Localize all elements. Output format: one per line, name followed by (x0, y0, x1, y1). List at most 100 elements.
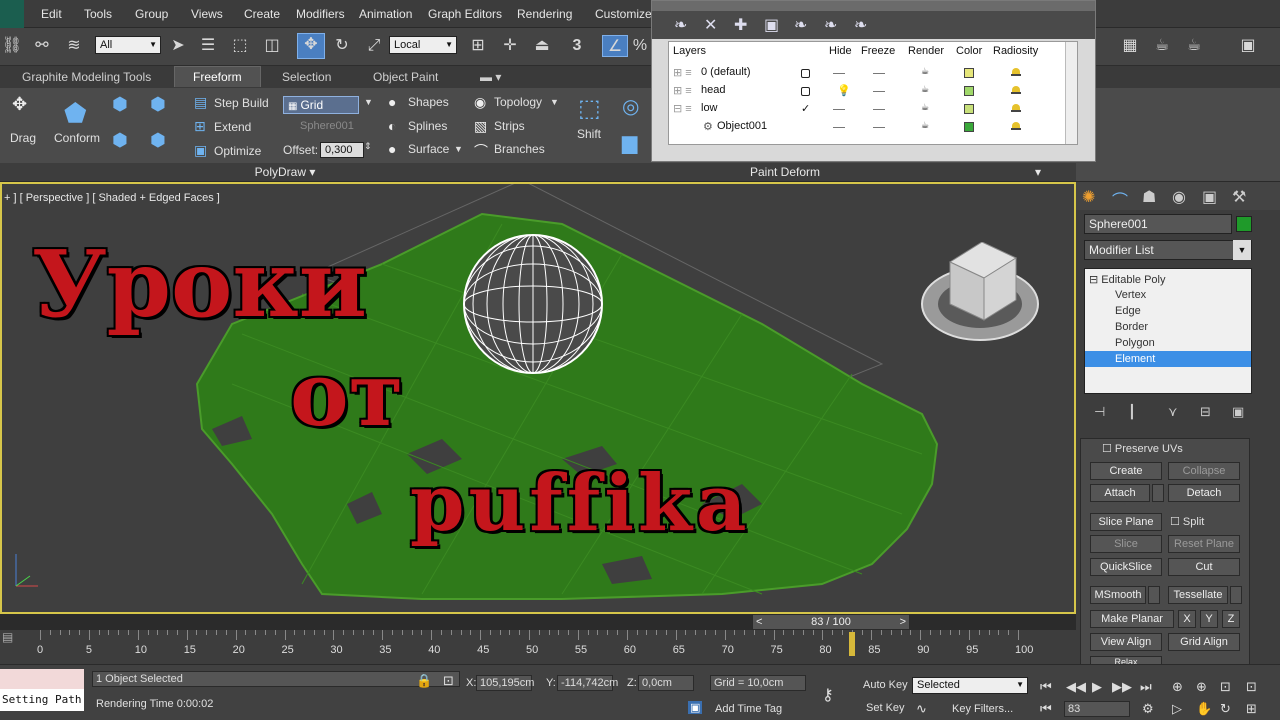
collapse-icon[interactable]: ⊟ ≡ (673, 102, 692, 115)
percent-snap-icon[interactable]: ∠ (602, 35, 628, 57)
unlink-icon[interactable]: ⚯ (30, 35, 54, 57)
prev-frame-icon[interactable]: < (756, 615, 762, 629)
x-coordinate-field[interactable]: 105,195cm (476, 675, 534, 691)
spinner-snap-icon[interactable]: % (628, 35, 652, 57)
splines-button[interactable]: Splines (408, 119, 447, 133)
hide-toggle[interactable] (833, 127, 845, 128)
show-end-result-icon[interactable]: ┃ (1128, 404, 1136, 420)
conform-brush-1-icon[interactable]: ⬢ (112, 94, 128, 115)
pivot-center-icon[interactable]: ⊞ (466, 35, 490, 57)
grid-dropdown-arrow[interactable]: ▼ (364, 97, 373, 107)
reference-coordinate-dropdown[interactable]: Local (389, 36, 457, 54)
surface-button[interactable]: Surface (408, 142, 449, 156)
hide-toggle[interactable] (833, 73, 845, 74)
zoom-extents-icon[interactable]: ⊡ (1220, 679, 1231, 695)
maxscript-listener-mini[interactable] (0, 669, 84, 689)
conform-icon[interactable]: ⬟ (64, 98, 87, 129)
selection-filter-dropdown[interactable]: All (95, 36, 161, 54)
stack-item-element[interactable]: Element (1085, 351, 1251, 367)
slice-button[interactable]: Slice (1090, 535, 1162, 553)
step-build-button[interactable]: Step Build (214, 96, 269, 110)
extend-button[interactable]: Extend (214, 120, 251, 134)
offset-spinner[interactable]: ⇕ (364, 141, 372, 152)
split-checkbox[interactable]: ☐ Split (1170, 515, 1204, 528)
conform-brush-2-icon[interactable]: ⬢ (150, 94, 166, 115)
shift-button[interactable]: Shift (577, 127, 601, 141)
optimize-button[interactable]: Optimize (214, 144, 261, 158)
field-of-view-icon[interactable]: ▷ (1172, 701, 1182, 717)
msmooth-settings-button[interactable] (1148, 586, 1160, 604)
col-color[interactable]: Color (956, 45, 982, 57)
key-mode-dropdown[interactable]: Selected (912, 677, 1028, 694)
selection-lock-icon[interactable]: 🔒 (416, 673, 432, 689)
layer-scrollbar[interactable] (1065, 42, 1077, 144)
col-freeze[interactable]: Freeze (861, 45, 895, 57)
stack-item-polygon[interactable]: Polygon (1085, 335, 1251, 351)
preserve-uvs-label[interactable]: ☐ Preserve UVs (1102, 442, 1183, 455)
drag-icon[interactable]: ✥ (12, 94, 27, 115)
conform-brush-4-icon[interactable]: ⬢ (150, 130, 166, 151)
cut-button[interactable]: Cut (1168, 558, 1240, 576)
render-teapot-icon[interactable]: ☕ (921, 102, 929, 113)
menu-create[interactable]: Create (244, 7, 280, 21)
attach-button[interactable]: Attach (1090, 484, 1150, 502)
menu-customize[interactable]: Customize (595, 7, 652, 21)
topology-dropdown-arrow[interactable]: ▼ (550, 97, 559, 107)
ribbon-options-icon[interactable]: ▬ ▾ (480, 70, 501, 84)
go-to-start-icon[interactable]: ⏮ (1040, 679, 1052, 695)
grid-draw-on-dropdown[interactable]: ▦ Grid (283, 96, 359, 114)
maxscript-output[interactable]: Setting Path (0, 689, 84, 711)
radiosity-bulb-icon[interactable] (1009, 102, 1023, 114)
menu-rendering[interactable]: Rendering (517, 7, 572, 21)
select-by-name-icon[interactable]: ☰ (196, 35, 220, 57)
next-frame-icon[interactable]: ▶▶ (1112, 679, 1132, 695)
pan-icon[interactable]: ✋ (1196, 701, 1212, 717)
menu-group[interactable]: Group (135, 7, 168, 21)
grid-align-button[interactable]: Grid Align (1168, 633, 1240, 651)
radiosity-bulb-icon[interactable] (1009, 84, 1023, 96)
ribbon-expand-button[interactable]: ▾ (1000, 163, 1076, 181)
bulb-icon[interactable]: 💡 (837, 84, 851, 97)
create-tab-icon[interactable]: ✺ (1082, 187, 1095, 207)
utilities-tab-icon[interactable]: ⚒ (1232, 187, 1246, 207)
key-filters-button[interactable]: Key Filters... (952, 703, 1013, 715)
layer-row[interactable]: ⚙ Object001 ☕ (669, 118, 1065, 136)
tessellate-button[interactable]: Tessellate (1168, 586, 1228, 604)
select-objects-in-layer-icon[interactable]: ❧ (794, 15, 807, 35)
previous-frame-icon[interactable]: ◀◀ (1066, 679, 1086, 695)
menu-edit[interactable]: Edit (41, 7, 62, 21)
collapse-button[interactable]: Collapse (1168, 462, 1240, 480)
perspective-viewport[interactable]: + ] [ Perspective ] [ Shaded + Edged Fac… (0, 182, 1076, 614)
pin-stack-icon[interactable]: ⊣ (1094, 404, 1105, 420)
layer-color-swatch[interactable] (964, 86, 974, 96)
object-color-swatch[interactable] (1236, 216, 1252, 232)
surface-dropdown-arrow[interactable]: ▼ (454, 144, 463, 154)
render-setup-icon[interactable]: ☕ (1150, 35, 1174, 57)
radiosity-bulb-icon[interactable] (1009, 66, 1023, 78)
col-radiosity[interactable]: Radiosity (993, 45, 1038, 57)
curve-editor-icon[interactable]: ▤ (2, 630, 13, 644)
make-unique-icon[interactable]: ⋎ (1168, 404, 1178, 420)
msmooth-button[interactable]: MSmooth (1090, 586, 1146, 604)
radiosity-bulb-icon[interactable] (1009, 120, 1023, 132)
zoom-icon[interactable]: ⊕ (1172, 679, 1183, 695)
create-layer-icon[interactable]: ✚ (734, 15, 747, 35)
freeze-toggle[interactable] (873, 109, 885, 110)
menu-modifiers[interactable]: Modifiers (296, 7, 345, 21)
checkbox-icon[interactable] (801, 69, 810, 78)
quickslice-button[interactable]: QuickSlice (1090, 558, 1162, 576)
time-slider[interactable]: < 83 / 100 > (752, 614, 910, 630)
zoom-all-icon[interactable]: ⊕ (1196, 679, 1207, 695)
time-configuration-icon[interactable]: ⚙ (1142, 701, 1154, 717)
make-planar-button[interactable]: Make Planar (1090, 610, 1174, 628)
tessellate-settings-button[interactable] (1230, 586, 1242, 604)
layer-color-swatch[interactable] (964, 68, 974, 78)
remove-modifier-icon[interactable]: ⊟ (1200, 404, 1211, 420)
checkbox-icon[interactable] (801, 87, 810, 96)
hide-toggle[interactable] (833, 109, 845, 110)
timeline-track[interactable]: ▤ 0 5 10 15 20 25 30 35 40 45 50 55 60 65 70 75 80 85 90 95… (0, 630, 1076, 664)
layer-select-icon[interactable]: ❧ (674, 15, 687, 35)
layer-row[interactable]: ⊞ ≡ 0 (default) ☕ (669, 64, 1065, 82)
relax-brush-icon[interactable]: ◎ (622, 94, 639, 119)
planar-z-button[interactable]: Z (1222, 610, 1240, 628)
